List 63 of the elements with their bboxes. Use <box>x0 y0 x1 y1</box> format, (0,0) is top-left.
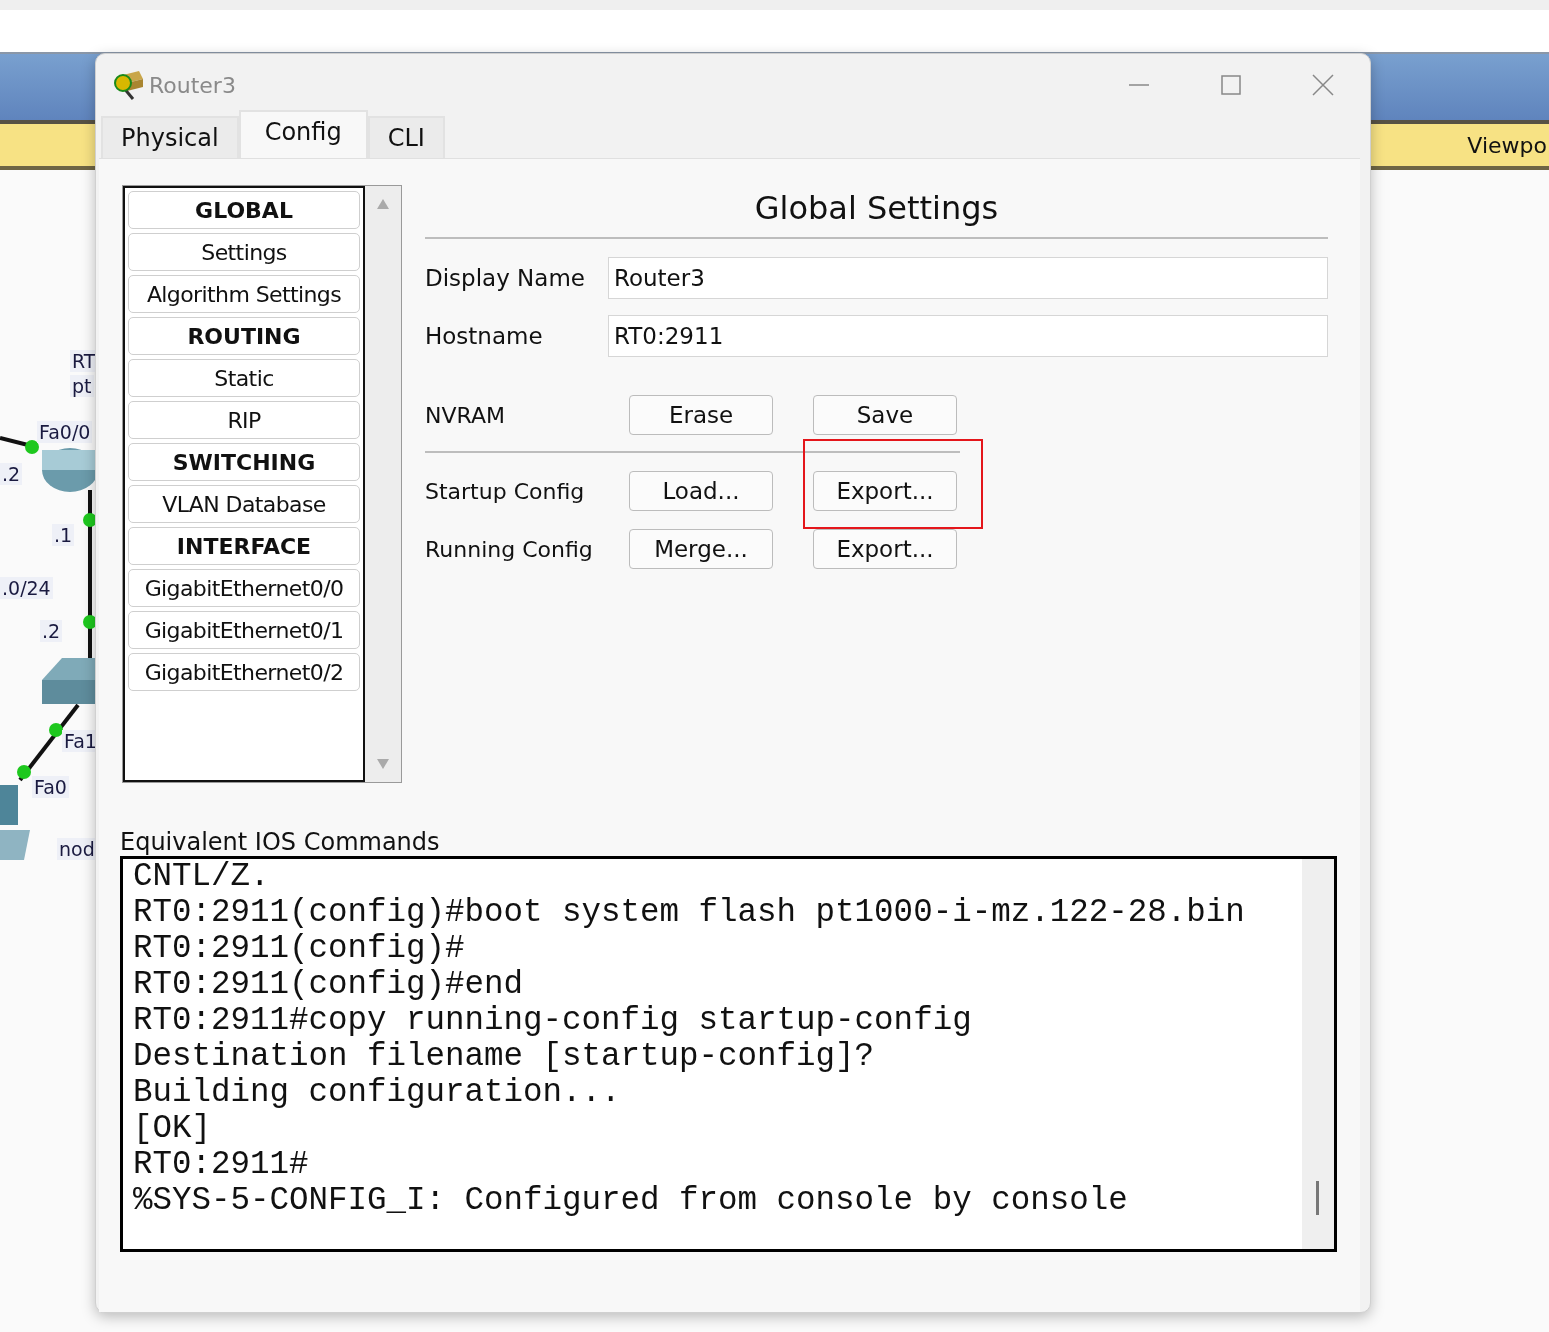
sidebar-item[interactable]: GigabitEthernet0/2 <box>128 653 360 691</box>
console-line: Destination filename [startup-config]? <box>133 1039 876 1075</box>
port-label: .2 <box>0 463 23 485</box>
window-title: Router3 <box>149 72 236 98</box>
section-header[interactable]: INTERFACE <box>128 527 360 565</box>
maximize-icon[interactable] <box>1220 74 1242 96</box>
field-label: Hostname <box>425 323 544 349</box>
scrollbar[interactable] <box>1302 859 1334 1249</box>
console-line: RT0:2911#copy running-config startup-config <box>133 1003 973 1039</box>
row-label: Running Config <box>425 536 594 562</box>
row-label: Startup Config <box>425 478 586 504</box>
link-status-dot <box>25 440 39 454</box>
console-line: Building configuration... <box>133 1075 622 1111</box>
port-label: Fa0 <box>32 776 69 798</box>
button[interactable]: Export... <box>813 471 957 511</box>
text-field[interactable]: RT0:2911 <box>608 315 1328 357</box>
tab[interactable]: CLI <box>367 116 445 158</box>
button[interactable]: Export... <box>813 529 957 569</box>
sidebar-item[interactable]: Settings <box>128 233 360 271</box>
scroll-down-icon[interactable] <box>376 758 390 770</box>
magnifier-box-icon <box>113 69 145 101</box>
link-status-dot <box>49 723 63 737</box>
scroll-up-icon[interactable] <box>376 198 390 210</box>
port-label: Fa0/0 <box>37 421 93 443</box>
button[interactable]: Erase <box>629 395 773 435</box>
panel-title: Global Settings <box>425 185 1328 239</box>
port-label: RT <box>70 350 98 372</box>
button[interactable]: Save <box>813 395 957 435</box>
toolbar-label[interactable]: Viewpo <box>1467 132 1547 158</box>
router-icon[interactable] <box>42 448 95 492</box>
section-header[interactable]: GLOBAL <box>128 191 360 229</box>
console-line: RT0:2911# <box>133 1147 310 1183</box>
sidebar-item[interactable]: Algorithm Settings <box>128 275 360 313</box>
port-label: .2 <box>40 620 63 642</box>
console-line: [OK] <box>133 1111 212 1147</box>
tab[interactable]: Physical <box>101 116 239 158</box>
close-icon[interactable] <box>1312 74 1334 96</box>
sidebar-item[interactable]: VLAN Database <box>128 485 360 523</box>
sidebar-item[interactable]: GigabitEthernet0/0 <box>128 569 360 607</box>
sidebar-item[interactable]: Static <box>128 359 360 397</box>
console-line: RT0:2911(config)# <box>133 931 466 967</box>
switch-icon[interactable] <box>42 658 95 704</box>
field-label: Display Name <box>425 265 586 291</box>
button[interactable]: Merge... <box>629 529 773 569</box>
button[interactable]: Load... <box>629 471 773 511</box>
port-label: pt <box>70 375 94 397</box>
port-label: .1 <box>52 524 75 546</box>
sidebar-item[interactable]: RIP <box>128 401 360 439</box>
tab[interactable]: Config <box>238 110 368 158</box>
console-line: RT0:2911(config)#end <box>133 967 525 1003</box>
console-line: %SYS-5-CONFIG_I: Configured from console by console <box>133 1183 1129 1219</box>
console-line: CNTL/Z. <box>133 859 271 895</box>
port-label: nod <box>57 838 97 860</box>
section-header[interactable]: SWITCHING <box>128 443 360 481</box>
section-header[interactable]: ROUTING <box>128 317 360 355</box>
text-field[interactable]: Router3 <box>608 257 1328 299</box>
row-label: NVRAM <box>425 402 506 428</box>
console-line: RT0:2911(config)#boot system flash pt1000-i-mz.122-28.bin <box>133 895 1246 931</box>
port-label: .0/24 <box>0 577 53 599</box>
sidebar-item[interactable]: GigabitEthernet0/1 <box>128 611 360 649</box>
computer-icon[interactable] <box>0 785 30 860</box>
section-label: Equivalent IOS Commands <box>120 829 441 856</box>
link-status-dot <box>17 765 31 779</box>
